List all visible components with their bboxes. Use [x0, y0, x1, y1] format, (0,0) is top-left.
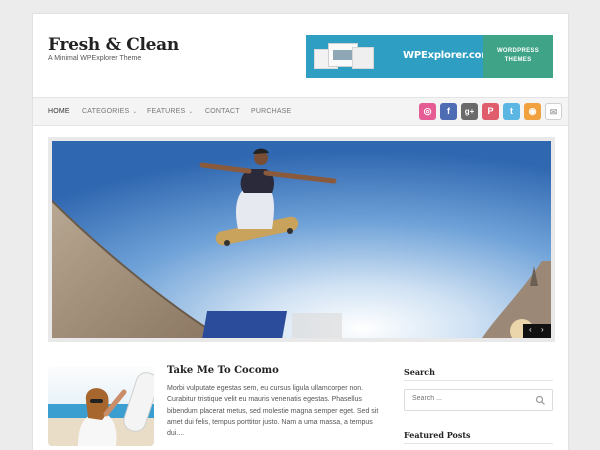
- post-excerpt: Morbi vulputate egestas sem, eu cursus l…: [167, 385, 379, 438]
- wpexplorer-ad-banner[interactable]: WPExplorer.com WORDPRESS THEMES: [306, 35, 553, 78]
- search-icon[interactable]: [535, 395, 546, 406]
- site-title[interactable]: Fresh & Clean: [48, 35, 179, 55]
- chevron-right-icon[interactable]: ›: [541, 325, 544, 334]
- rss-icon[interactable]: ◉: [524, 103, 541, 120]
- nav-item-features[interactable]: FEATURES ⌄: [147, 108, 194, 115]
- page-container: Fresh & Clean A Minimal WPExplorer Theme…: [32, 13, 569, 450]
- chevron-down-icon: ⌄: [132, 109, 138, 115]
- chevron-left-icon[interactable]: ‹: [529, 325, 532, 334]
- site-header: Fresh & Clean A Minimal WPExplorer Theme…: [33, 14, 568, 97]
- nav-item-purchase[interactable]: PURCHASE: [251, 108, 292, 115]
- divider: [404, 380, 553, 381]
- google-plus-icon[interactable]: g+: [461, 103, 478, 120]
- search-widget-heading: Search: [404, 367, 435, 377]
- facebook-icon[interactable]: f: [440, 103, 457, 120]
- dribbble-icon[interactable]: ◎: [419, 103, 436, 120]
- search-input[interactable]: [412, 395, 522, 402]
- divider: [404, 443, 553, 444]
- pinterest-icon[interactable]: P: [482, 103, 499, 120]
- nav-item-home[interactable]: HOME: [48, 108, 70, 115]
- site-tagline: A Minimal WPExplorer Theme: [48, 55, 142, 62]
- banner-brand: WPExplorer.com: [403, 50, 492, 61]
- chevron-down-icon: ⌄: [188, 109, 194, 115]
- banner-side-label: WORDPRESS THEMES: [483, 35, 553, 78]
- theme-screenshots-image: [314, 41, 374, 73]
- skateboarder-slide-image: [52, 141, 551, 338]
- post-thumbnail[interactable]: [48, 366, 154, 446]
- nav-item-contact[interactable]: CONTACT: [205, 108, 240, 115]
- post-title[interactable]: Take Me To Cocomo: [167, 365, 279, 376]
- featured-slider[interactable]: ‹ ›: [48, 137, 555, 342]
- mail-icon[interactable]: ✉: [545, 103, 562, 120]
- featured-posts-heading: Featured Posts: [404, 430, 471, 440]
- twitter-icon[interactable]: t: [503, 103, 520, 120]
- beach-woman-image: [48, 366, 154, 446]
- slider-arrows: ‹ ›: [523, 324, 551, 338]
- nav-item-categories[interactable]: CATEGORIES ⌄: [82, 108, 138, 115]
- main-nav: HOME CATEGORIES ⌄ FEATURES ⌄ CONTACT PURCH…: [33, 97, 568, 126]
- search-field[interactable]: [404, 389, 553, 411]
